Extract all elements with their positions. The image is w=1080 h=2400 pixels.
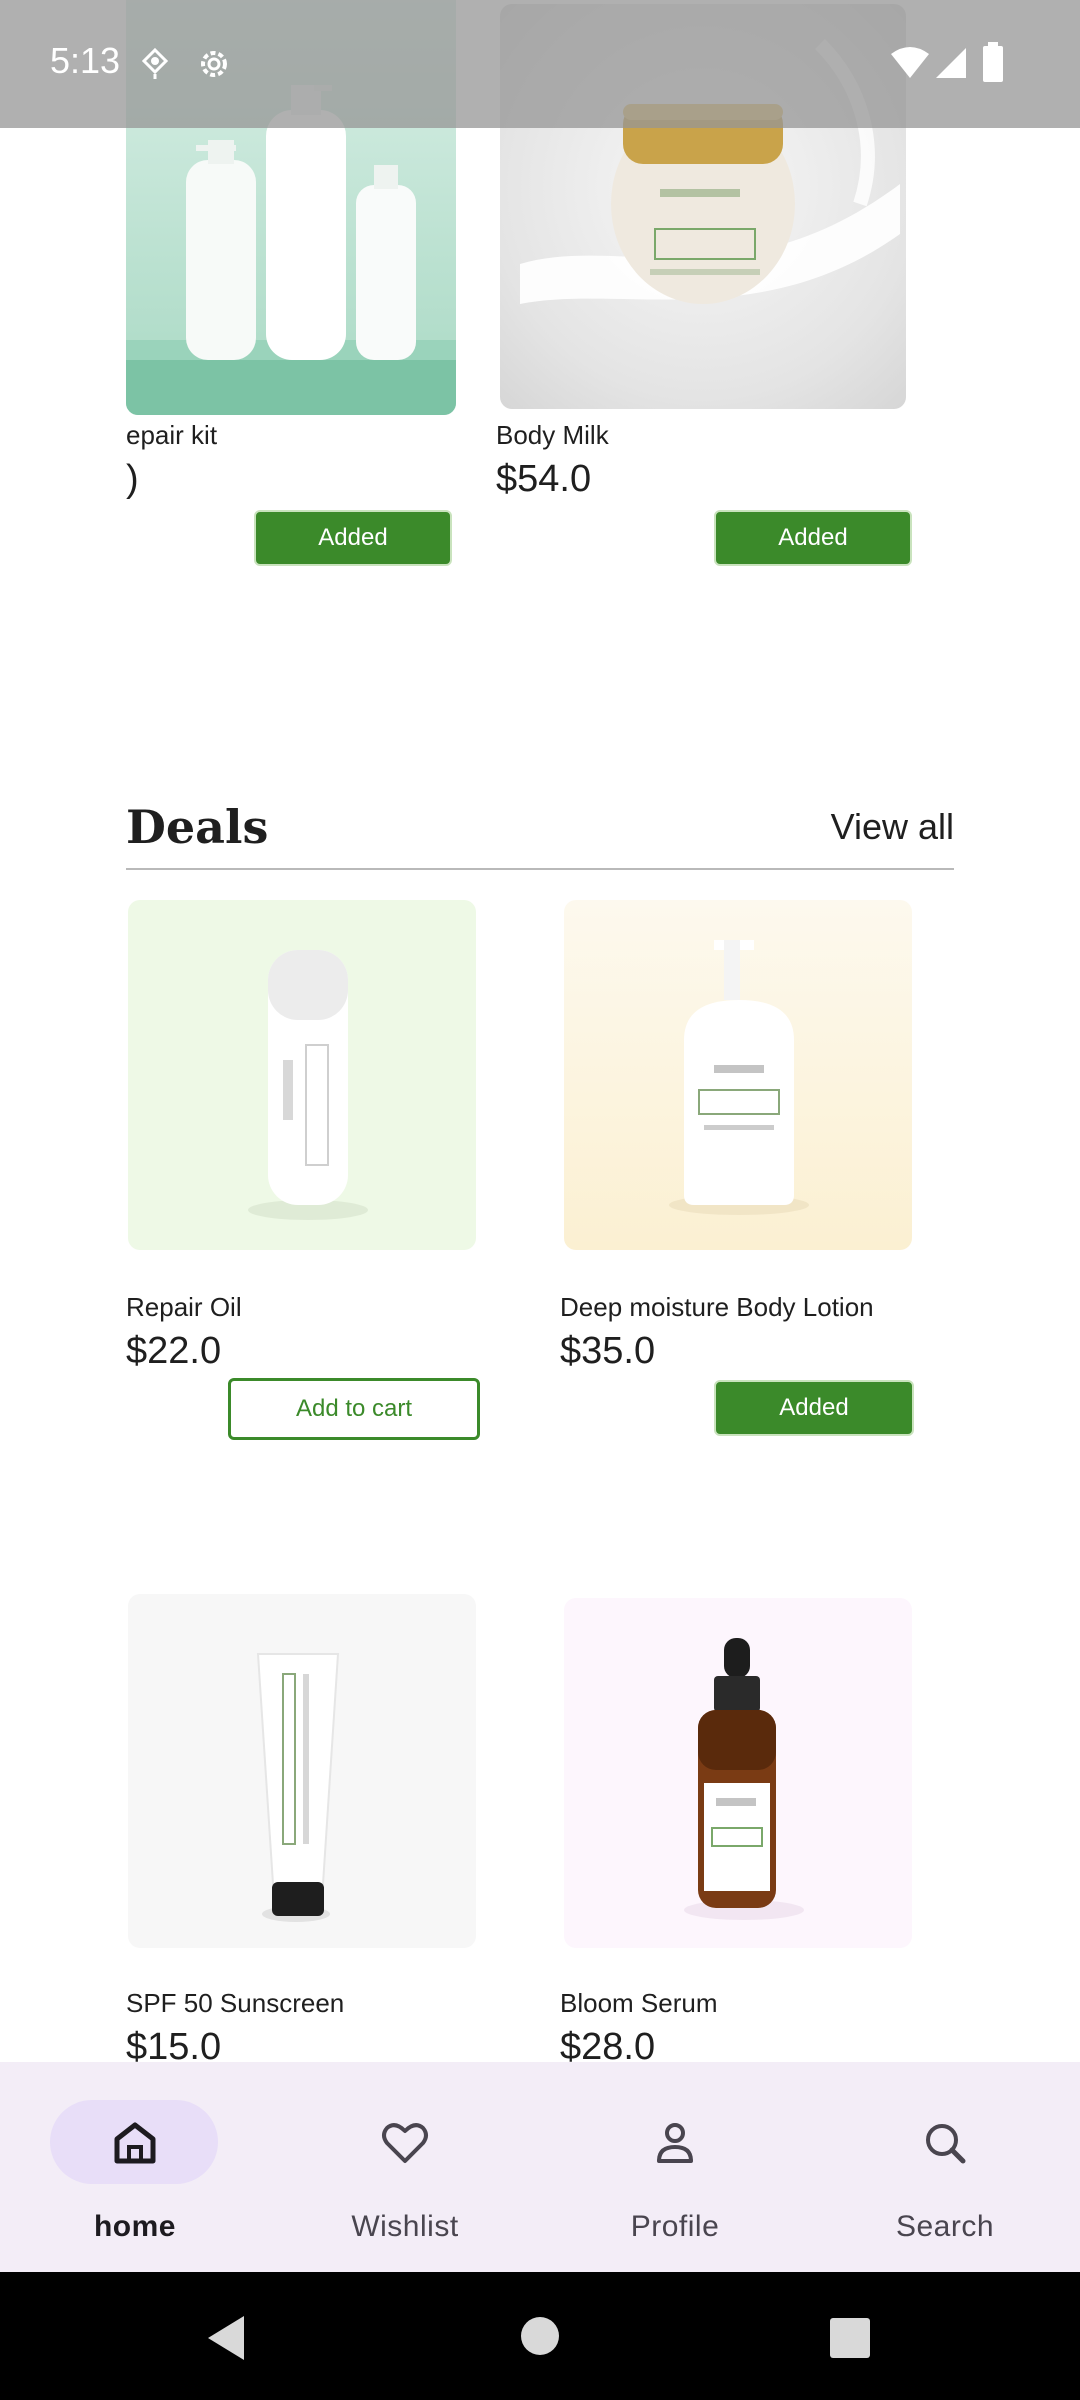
product-price: $54.0 — [496, 458, 592, 500]
added-button[interactable]: Added — [254, 510, 452, 566]
nav-label: home — [93, 2210, 176, 2243]
product-name: epair kit — [126, 420, 218, 450]
product-image[interactable] — [128, 1594, 476, 1948]
nav-item-search[interactable]: Search — [810, 2062, 1080, 2272]
battery-icon — [983, 42, 1003, 82]
product-name: Bloom Serum — [560, 1988, 718, 2018]
product-image[interactable] — [128, 900, 476, 1250]
bottom-navigation: home Wishlist Profile Search — [0, 2062, 1080, 2272]
wifi-icon — [891, 47, 929, 78]
search-icon — [926, 2124, 966, 2164]
home-button-icon[interactable] — [520, 2316, 560, 2356]
product-price: $22.0 — [126, 1330, 222, 1372]
product-name: Body Milk — [496, 420, 609, 450]
product-name: Repair Oil — [126, 1292, 242, 1322]
nav-label: Wishlist — [351, 2210, 459, 2243]
recents-icon[interactable] — [830, 2318, 870, 2358]
nav-label: Search — [895, 2210, 995, 2243]
product-card-body-lotion[interactable]: Deep moisture Body Lotion $35.0 Added — [560, 900, 960, 1445]
nav-item-profile[interactable]: Profile — [540, 2062, 810, 2272]
product-card-sunscreen[interactable]: SPF 50 Sunscreen $15.0 — [126, 1594, 486, 2062]
add-to-cart-button[interactable]: Add to cart — [228, 1378, 480, 1440]
location-pin-icon — [142, 48, 168, 79]
section-title: Deals — [126, 800, 269, 854]
product-price: $28.0 — [560, 2026, 656, 2062]
product-card-repair-oil[interactable]: Repair Oil $22.0 Add to cart — [126, 900, 486, 1445]
nav-item-wishlist[interactable]: Wishlist — [270, 2062, 540, 2272]
person-icon — [657, 2123, 693, 2163]
heart-icon — [382, 2123, 428, 2163]
product-name: Deep moisture Body Lotion — [560, 1292, 874, 1322]
status-bar: 5:13 — [0, 0, 1080, 128]
product-price: $15.0 — [126, 2026, 222, 2062]
scroll-content[interactable]: epair kit ) Added Body Milk $54.0 Added … — [0, 0, 1080, 2062]
system-navigation-bar — [0, 2272, 1080, 2400]
product-price: $35.0 — [560, 1330, 656, 1372]
view-all-link[interactable]: View all — [831, 806, 954, 848]
product-image[interactable] — [564, 1598, 912, 1948]
status-time: 5:13 — [50, 40, 121, 81]
product-card-bloom-serum[interactable]: Bloom Serum $28.0 — [560, 1594, 960, 2062]
added-button[interactable]: Added — [714, 510, 912, 566]
product-name: SPF 50 Sunscreen — [126, 1988, 345, 2018]
product-image[interactable] — [564, 900, 912, 1250]
signal-icon — [936, 48, 966, 78]
back-icon[interactable] — [204, 2314, 248, 2362]
deals-section-header: Deals View all — [126, 796, 954, 870]
nav-label: Profile — [630, 2210, 720, 2243]
added-button[interactable]: Added — [714, 1380, 914, 1436]
gear-icon — [201, 51, 227, 77]
product-price: ) — [126, 458, 139, 500]
home-icon — [114, 2122, 156, 2164]
nav-item-home[interactable]: home — [0, 2062, 270, 2272]
